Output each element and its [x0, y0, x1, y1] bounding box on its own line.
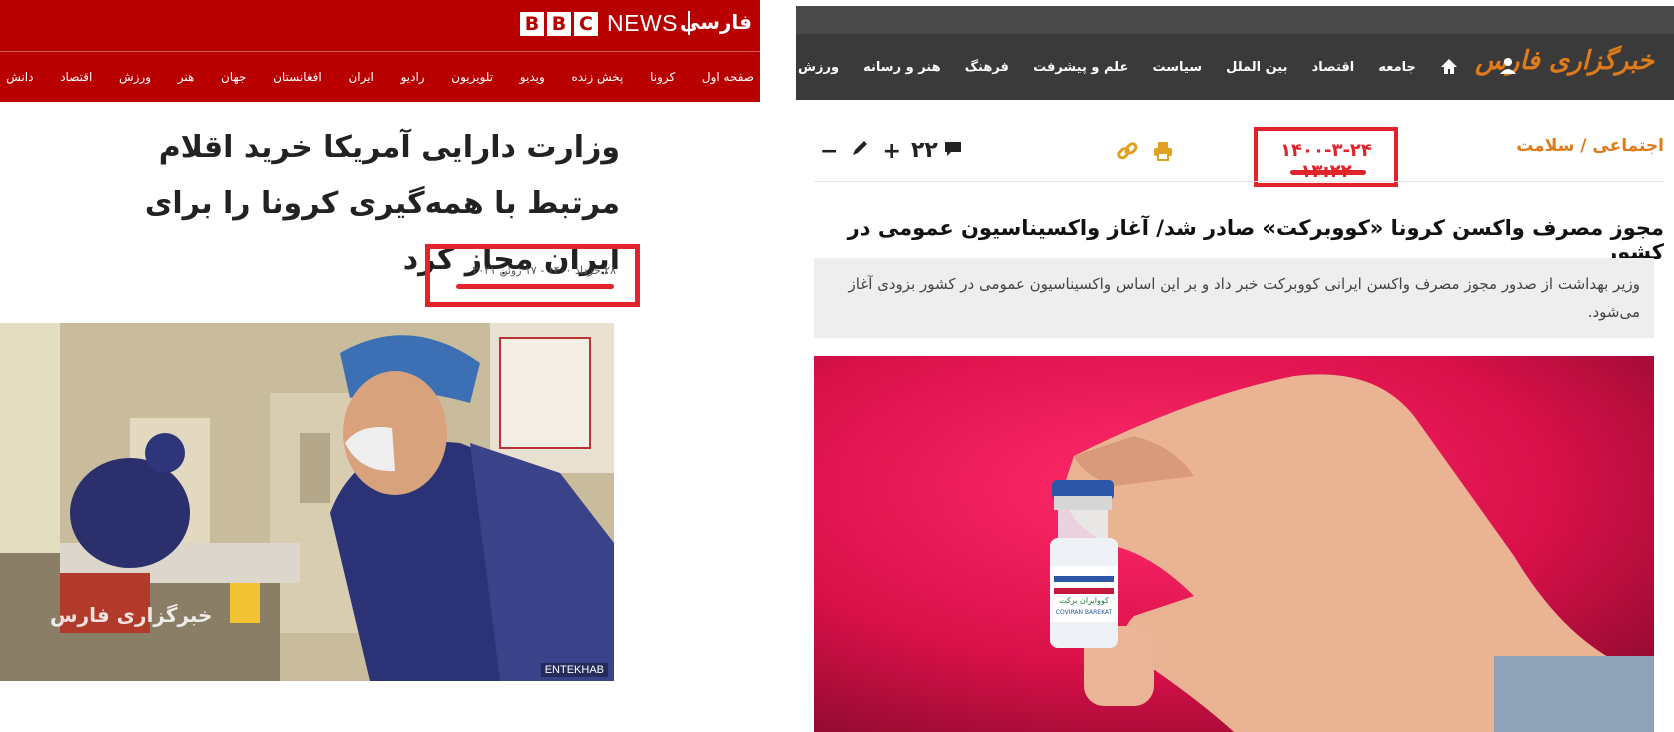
- date-underline: [456, 284, 614, 289]
- comment-count: ۲۲: [911, 138, 938, 163]
- nav-item-afghanistan[interactable]: افغانستان: [273, 70, 322, 84]
- date-underline: [1290, 170, 1366, 175]
- nav-item-live[interactable]: پخش زنده: [571, 70, 623, 84]
- bbc-nav-bar: صفحه اول کرونا پخش زنده ویدیو تلویزیون ر…: [0, 52, 760, 102]
- article-photo: خبرگزاری فارس ENTEKHAB: [0, 323, 614, 681]
- vaccine-vial-illustration: کوو‌ایران برکت COVIRAN BAREKAT: [814, 356, 1654, 732]
- nav-item-iran[interactable]: ایران: [348, 70, 373, 84]
- font-increase-button[interactable]: +: [882, 139, 900, 164]
- article-title: مجوز مصرف واکسن کرونا «کوو‌برکت» صادر شد…: [847, 216, 1664, 264]
- menu-item-society[interactable]: جامعه: [1378, 60, 1416, 75]
- nav-item-economy[interactable]: اقتصاد: [60, 70, 92, 84]
- font-size-controls: − +: [820, 138, 901, 164]
- font-decrease-button[interactable]: −: [820, 139, 838, 164]
- nav-item-radio[interactable]: رادیو: [401, 70, 425, 84]
- nav-item-art[interactable]: هنر: [178, 70, 195, 84]
- comment-icon: [944, 140, 962, 162]
- pencil-icon[interactable]: [850, 138, 870, 164]
- nav-item-corona[interactable]: کرونا: [650, 70, 675, 84]
- home-icon[interactable]: [1440, 58, 1458, 76]
- vial-label: COVIRAN BAREKAT: [1056, 609, 1113, 616]
- bbc-logo-letter: B: [520, 12, 544, 36]
- breadcrumb[interactable]: اجتماعی / سلامت: [1514, 136, 1664, 156]
- user-icon[interactable]: [1498, 56, 1518, 76]
- menu-item-economy[interactable]: اقتصاد: [1312, 60, 1355, 75]
- menu-item-science[interactable]: علم و پیشرفت: [1033, 60, 1128, 75]
- article-date: ۲۸ خرداد ۱۴۰۰ - ۱۷ ژوئن ۲۰۲۱: [472, 264, 616, 277]
- link-icon[interactable]: [1116, 140, 1138, 166]
- menu-item-sport[interactable]: ورزش: [798, 60, 839, 75]
- nav-item-science[interactable]: دانش: [6, 70, 33, 84]
- print-icon[interactable]: [1152, 140, 1174, 166]
- bbc-logo-letter: B: [547, 12, 571, 36]
- article-lead: وزیر بهداشت از صدور مجوز مصرف واکسن ایرا…: [814, 258, 1654, 338]
- bbc-news-label[interactable]: NEWS: [607, 10, 678, 37]
- menu-item-culture[interactable]: فرهنگ: [965, 60, 1009, 75]
- hospital-scene-illustration: [0, 323, 614, 681]
- menu-item-international[interactable]: بین الملل: [1226, 60, 1287, 75]
- nav-item-video[interactable]: ویدیو: [520, 70, 545, 84]
- bbc-farsi-label[interactable]: فارسی: [680, 10, 752, 34]
- nav-item-home[interactable]: صفحه اول: [702, 70, 754, 84]
- menu-item-politics[interactable]: سیاست: [1152, 60, 1202, 75]
- article-photo: کوو‌ایران برکت COVIRAN BAREKAT: [814, 356, 1654, 732]
- bbc-panel: B B C NEWS فارسی صفحه اول کرونا پخش زنده…: [0, 0, 760, 732]
- divider: [814, 181, 1664, 182]
- bbc-header-bar: B B C NEWS فارسی: [0, 0, 760, 52]
- bbc-logo-letter: C: [574, 12, 598, 36]
- bbc-logo[interactable]: B B C: [520, 12, 598, 36]
- menu-item-art-media[interactable]: هنر و رسانه: [863, 60, 940, 75]
- fars-panel: خبرگزاری فارس جامعه اقتصاد بین الملل سیا…: [796, 0, 1674, 732]
- article-tools: [1116, 140, 1174, 166]
- comments-counter[interactable]: ۲۲: [911, 138, 962, 163]
- article-datetime: ۱۴۰۰-۳-۲۴ ۱۳:۲۲: [1280, 140, 1372, 182]
- nav-item-tv[interactable]: تلویزیون: [451, 70, 493, 84]
- photo-watermark: خبرگزاری فارس: [50, 603, 213, 627]
- nav-item-world[interactable]: جهان: [221, 70, 246, 84]
- fars-nav-bar: خبرگزاری فارس جامعه اقتصاد بین الملل سیا…: [796, 34, 1674, 100]
- fars-menu: جامعه اقتصاد بین الملل سیاست علم و پیشرف…: [796, 34, 1458, 100]
- nav-item-sport[interactable]: ورزش: [119, 70, 151, 84]
- vial-label-fa: کوو‌ایران برکت: [1059, 596, 1109, 605]
- photo-credit: ENTEKHAB: [540, 663, 608, 677]
- fars-top-strip: [796, 6, 1674, 34]
